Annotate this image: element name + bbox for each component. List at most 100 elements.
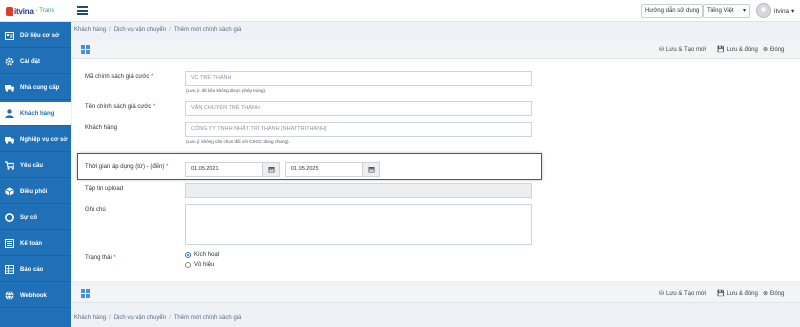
close-button[interactable]: ⊗ Đóng [763, 46, 785, 54]
code-label: Mã chính sách giá cước * [85, 74, 154, 80]
sidebar-item-label: Webhook [20, 292, 47, 299]
name-input[interactable]: VẬN CHUYỂN TRẺ THÀNH [185, 101, 532, 116]
code-input[interactable]: VC TRẺ THANH [185, 71, 532, 86]
cart-icon [5, 161, 14, 170]
username-label: itvina [774, 8, 790, 15]
sidebar-item-label: Nghiệp vụ cơ sở [20, 136, 68, 143]
close-label: Đóng [770, 290, 785, 297]
user-guide-button[interactable]: Hướng dẫn sử dụng [641, 4, 704, 18]
grid-icon [81, 289, 90, 298]
avatar[interactable] [756, 3, 771, 18]
date-from-input[interactable]: 01.05.2021 [185, 162, 263, 177]
bottom-action-toolbar: ⛁ Lưu & Tạo mới 💾 Lưu & đóng ⊗ Đóng [72, 285, 800, 303]
breadcrumb-link[interactable]: Dịch vụ vận chuyển [114, 27, 166, 33]
save-and-close-button[interactable]: 💾 Lưu & đóng [717, 46, 758, 54]
user-menu[interactable]: itvina ▾ [774, 7, 794, 15]
save-new-icon: ⛁ [659, 291, 665, 297]
status-label: Trạng thái * [85, 255, 116, 261]
radio-unchecked-icon [185, 262, 191, 268]
note-textarea[interactable] [185, 204, 532, 245]
save-new-icon: ⛁ [659, 47, 665, 53]
language-value: Tiếng Việt [707, 8, 734, 14]
save-and-new-button[interactable]: ⛁ Lưu & Tạo mới [659, 46, 707, 54]
note-label: Ghi chú [85, 207, 106, 213]
id-card-icon [5, 31, 14, 40]
sidebar-item-label: Kế toán [20, 240, 43, 247]
breadcrumb-link[interactable]: Khách hàng [74, 27, 106, 33]
sidebar-item-label: Cài đặt [20, 58, 41, 65]
sidebar-item-label: Yêu cầu [20, 162, 44, 169]
sidebar-item-label: Khách hàng [20, 110, 55, 117]
date-to-input[interactable]: 01.05.2025 [285, 162, 363, 177]
cube-icon [5, 187, 14, 196]
breadcrumb-separator: / [109, 27, 111, 33]
status-inactive-radio[interactable]: Vô hiệu [185, 262, 214, 268]
close-circle-icon: ⊗ [763, 47, 769, 53]
calendar-icon[interactable] [362, 162, 380, 177]
breadcrumb-link[interactable]: Khách hàng [74, 315, 106, 321]
breadcrumb: Khách hàng / Dịch vụ vận chuyển / Thêm m… [74, 27, 241, 33]
sidebar-item-label: Sự cố [20, 214, 38, 221]
status-active-radio[interactable]: Kích hoạt [185, 252, 219, 258]
save-and-close-label: Lưu & đóng [726, 290, 758, 297]
close-circle-icon: ⊗ [763, 291, 769, 297]
save-and-new-label: Lưu & Tạo mới [666, 290, 707, 297]
breadcrumb-bottom: Khách hàng / Dịch vụ vận chuyển / Thêm m… [74, 315, 241, 321]
sidebar-item-suppliers[interactable]: Nhà cung cấp [0, 76, 71, 100]
save-and-new-button[interactable]: ⛁ Lưu & Tạo mới [659, 290, 707, 298]
globe-icon [5, 291, 14, 300]
customer-label: Khách hàng [85, 125, 118, 131]
grid-icon [81, 45, 90, 54]
sidebar-item-base-data[interactable]: Dữ liệu cơ sở [0, 24, 71, 48]
logo-subtitle: - Trans [35, 8, 55, 14]
sidebar-item-reports[interactable]: Báo cáo [0, 258, 71, 282]
lifebuoy-icon [5, 213, 14, 222]
language-select[interactable]: Tiếng Việt ▾ [703, 4, 750, 18]
sidebar-item-incidents[interactable]: Sự cố [0, 206, 71, 230]
chevron-down-icon: ▾ [742, 8, 746, 14]
truck-icon [5, 135, 14, 144]
breadcrumb-current: Thêm mới chính sách giá [173, 27, 242, 33]
action-toolbar: ⛁ Lưu & Tạo mới 💾 Lưu & đóng ⊗ Đóng [72, 41, 800, 59]
sidebar-item-customers[interactable]: Khách hàng [0, 102, 71, 126]
calendar-icon[interactable] [262, 162, 280, 177]
upload-label: Tập tin upload [85, 186, 124, 192]
gear-icon [5, 57, 14, 66]
sidebar-item-webhook[interactable]: Webhook [0, 284, 71, 308]
customer-select[interactable]: CÔNG TY TNHH NHẤT TRÍ THÀNH [NHATTRITHAN… [185, 122, 532, 137]
status-active-label: Kích hoạt [194, 252, 220, 258]
code-help-text: (Lưu ý: dữ liệu không được phép trùng). [186, 88, 267, 93]
close-label: Đóng [770, 46, 785, 53]
floppy-disk-icon: 💾 [717, 291, 725, 297]
logo-mark-icon [6, 6, 13, 16]
truck-icon [5, 83, 14, 92]
save-and-close-label: Lưu & đóng [726, 46, 758, 53]
sidebar-item-base-operations[interactable]: Nghiệp vụ cơ sở [0, 128, 71, 152]
menu-toggle-icon[interactable] [77, 6, 88, 15]
name-label: Tên chính sách giá cước * [85, 104, 156, 110]
table-icon [5, 265, 14, 274]
breadcrumb-separator: / [169, 315, 171, 321]
breadcrumb-separator: / [109, 315, 111, 321]
customer-help-text: (Lưu ý: không cần chọn đối với CSGC dùng… [186, 139, 290, 144]
radio-checked-icon [185, 252, 191, 258]
save-and-new-label: Lưu & Tạo mới [666, 46, 707, 53]
period-label: Thời gian áp dụng (từ) - (đến) * [85, 164, 169, 170]
save-and-close-button[interactable]: 💾 Lưu & đóng [717, 290, 758, 298]
floppy-disk-icon: 💾 [717, 47, 725, 53]
close-button[interactable]: ⊗ Đóng [763, 290, 785, 298]
sidebar-item-label: Nhà cung cấp [20, 84, 60, 91]
breadcrumb-link[interactable]: Dịch vụ vận chuyển [114, 315, 166, 321]
logo-text: itvina [14, 6, 34, 16]
sidebar-item-accounting[interactable]: Kế toán [0, 232, 71, 256]
breadcrumb-current: Thêm mới chính sách giá [173, 315, 242, 321]
sidebar-item-requests[interactable]: Yêu cầu [0, 154, 71, 178]
user-icon [5, 109, 14, 118]
sidebar: Dữ liệu cơ sở Cài đặt Nhà cung cấp Khách… [0, 22, 71, 327]
app-logo[interactable]: itvina - Trans [6, 5, 54, 17]
status-inactive-label: Vô hiệu [194, 262, 215, 268]
sidebar-item-dispatch[interactable]: Điều phối [0, 180, 71, 204]
sidebar-item-settings[interactable]: Cài đặt [0, 50, 71, 74]
sidebar-item-label: Báo cáo [20, 266, 44, 273]
upload-input[interactable] [185, 183, 532, 198]
